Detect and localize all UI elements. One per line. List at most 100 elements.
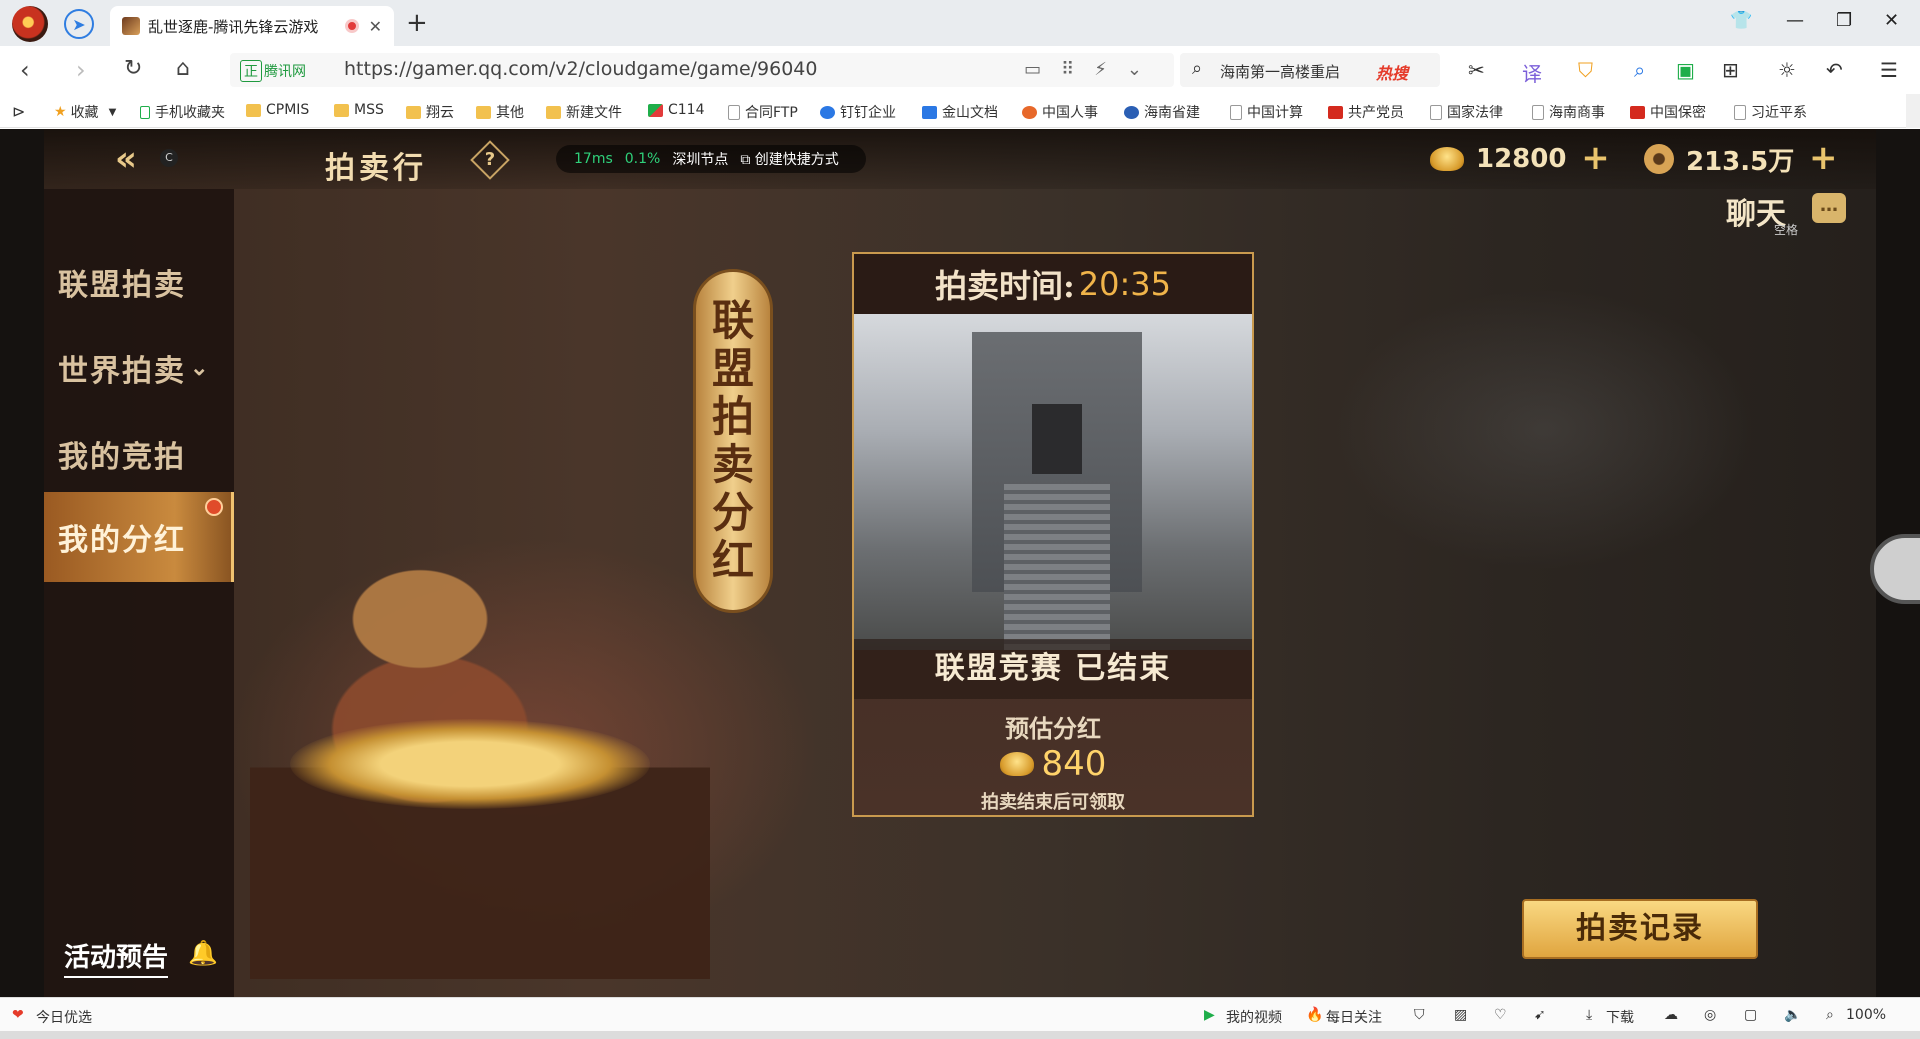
bookmarks-bar: ⊳ ★ 收藏 ▼ 手机收藏夹 CPMIS MSS 翔云 其他 新建文件 C114 合… — [0, 94, 1920, 128]
bookmark-item[interactable]: 新建文件 — [546, 102, 622, 122]
minimize-icon[interactable]: — — [1786, 10, 1804, 31]
cloud-icon[interactable]: ☁ — [1664, 1007, 1678, 1023]
window-icon[interactable]: ▢ — [1744, 1007, 1757, 1023]
forward-icon[interactable]: › — [76, 56, 86, 84]
my-videos-link[interactable]: 我的视频 — [1226, 1007, 1282, 1027]
url-input[interactable]: https://gamer.qq.com/v2/cloudgame/game/9… — [344, 58, 818, 80]
reload-icon[interactable]: ↻ — [124, 56, 142, 81]
menu-icon[interactable]: ☰ — [1880, 58, 1898, 82]
bookmark-item[interactable]: CPMIS — [246, 102, 309, 118]
bookmark-item[interactable]: 国家法律 — [1430, 102, 1503, 122]
auction-time-header: 拍卖时间: 20:35 — [854, 254, 1252, 314]
brightness-icon[interactable]: ☼ — [1778, 58, 1796, 82]
restore-icon[interactable]: ❐ — [1836, 10, 1852, 31]
folder-icon — [246, 103, 261, 117]
find-icon[interactable]: ⌕ — [1634, 58, 1645, 82]
dingtalk-icon — [820, 105, 835, 119]
bookmark-item[interactable]: 钉钉企业 — [820, 102, 896, 122]
search-input[interactable]: 海南第一高楼重启 — [1220, 61, 1340, 82]
search-box[interactable]: ⌕ 海南第一高楼重启 热搜 — [1180, 53, 1440, 87]
auction-time: 20:35 — [1078, 265, 1172, 303]
zoom-icon: ⌕ — [1826, 1007, 1834, 1023]
image-icon[interactable]: ▨ — [1454, 1007, 1467, 1023]
bookmark-item[interactable]: 翔云 — [406, 102, 454, 122]
bookmark-item[interactable]: 中国计算 — [1230, 102, 1303, 122]
health-icon[interactable]: ♡ — [1494, 1007, 1507, 1023]
star-icon: ★ — [54, 104, 67, 120]
bookmark-item[interactable]: C114 — [648, 102, 705, 118]
flame-icon: 🔥 — [1306, 1007, 1324, 1023]
shield-icon[interactable]: ⛉ — [1578, 58, 1593, 82]
event-preview-link[interactable]: 活动预告 — [64, 937, 169, 978]
bookmark-item[interactable]: 海南省建 — [1124, 102, 1200, 122]
apps-grid-icon[interactable]: ⊞ — [1722, 58, 1739, 82]
address-toolbar: ‹ › ↻ ⌂ 正 腾讯网 https://gamer.qq.com/v2/cl… — [0, 46, 1920, 94]
daily-follow-link[interactable]: 每日关注 — [1326, 1007, 1382, 1027]
close-window-icon[interactable]: ✕ — [1884, 10, 1899, 31]
bookmark-item[interactable]: ★ 收藏 ▼ — [54, 102, 116, 122]
tab-close-icon[interactable]: ✕ — [369, 17, 382, 36]
bookmark-item[interactable]: 海南商事 — [1532, 102, 1605, 122]
bookmark-item[interactable]: MSS — [334, 102, 384, 118]
scrollbar[interactable] — [1906, 94, 1920, 128]
sidebar-item-my-dividends[interactable]: 我的分红 — [44, 492, 234, 582]
download-icon: ⤓ — [1586, 1007, 1593, 1023]
url-bar[interactable]: 正 腾讯网 https://gamer.qq.com/v2/cloudgame/… — [230, 53, 1174, 87]
shield-status-icon[interactable]: ⛉ — [1414, 1007, 1425, 1023]
coin-amount: 213.5万 — [1686, 146, 1795, 177]
sidebar-toggle-icon[interactable]: ⊳ — [12, 102, 25, 121]
wechat-icon[interactable]: ▣ — [1676, 58, 1695, 82]
browser-tab[interactable]: 乱世逐鹿-腾讯先锋云游戏 ✕ — [110, 6, 394, 46]
browser-titlebar: ➤ 乱世逐鹿-腾讯先锋云游戏 ✕ + 👕 — ❐ ✕ — [0, 0, 1920, 46]
gold-currency: 12800 + — [1430, 141, 1610, 177]
tab-title: 乱世逐鹿-腾讯先锋云游戏 — [148, 17, 319, 36]
alliance-dividend-banner: 联 盟 拍 卖 分 红 — [693, 269, 773, 613]
bookmark-item[interactable]: 习近平系 — [1734, 102, 1807, 122]
create-shortcut-link[interactable]: ⧉ 创建快捷方式 — [740, 149, 838, 169]
home-icon[interactable]: ⌂ — [176, 56, 190, 81]
zoom-level[interactable]: 100% — [1846, 1007, 1886, 1023]
app-logo-icon[interactable] — [12, 6, 48, 42]
loss-value: 0.1% — [624, 151, 661, 167]
chevron-down-icon: ⌄ — [190, 355, 211, 381]
bookmark-item[interactable]: 其他 — [476, 102, 524, 122]
estimated-dividend: 840 — [854, 744, 1252, 784]
sidebar-item-my-bids[interactable]: 我的竞拍 — [44, 409, 234, 499]
speaker-icon[interactable]: 🔈 — [1784, 1007, 1801, 1023]
add-coin-button[interactable]: + — [1808, 141, 1838, 175]
bookmark-item[interactable]: 中国人事 — [1022, 102, 1098, 122]
download-link[interactable]: 下载 — [1606, 1007, 1634, 1027]
shirt-icon[interactable]: 👕 — [1730, 10, 1752, 31]
today-picks-link[interactable]: 今日优选 — [36, 1007, 92, 1027]
hot-search-label[interactable]: 热搜 — [1376, 60, 1408, 84]
bookmark-item[interactable]: 手机收藏夹 — [140, 102, 225, 122]
chat-bubble-icon[interactable]: … — [1812, 193, 1846, 223]
undo-icon[interactable]: ↶ — [1826, 58, 1843, 82]
new-tab-button[interactable]: + — [406, 8, 428, 38]
send-icon[interactable]: ➤ — [64, 9, 94, 39]
add-gold-button[interactable]: + — [1580, 141, 1610, 175]
back-icon[interactable]: ‹ — [20, 56, 30, 84]
edge-icon[interactable]: ◎ — [1704, 1007, 1716, 1023]
bookmark-item[interactable]: 共产党员 — [1328, 102, 1404, 122]
site-icon — [1022, 105, 1037, 119]
translate-icon[interactable]: 译 — [1522, 58, 1542, 87]
folder-icon — [406, 105, 421, 119]
bookmark-item[interactable]: 中国保密 — [1630, 102, 1706, 122]
url-action-icons[interactable]: ▭⠿⚡⌄ — [1024, 59, 1162, 80]
rocket-icon[interactable]: ➹ — [1534, 1007, 1546, 1023]
bookmark-item[interactable]: 金山文档 — [922, 102, 998, 122]
bookmark-item[interactable]: 合同FTP — [728, 102, 798, 122]
page-icon — [1532, 104, 1544, 120]
arena-gate-image — [854, 314, 1252, 650]
scissors-icon[interactable]: ✂ — [1468, 58, 1485, 82]
auction-record-button[interactable]: 拍卖记录 — [1522, 899, 1758, 959]
page-icon — [728, 104, 740, 120]
sidebar-item-world-auction[interactable]: 世界拍卖 ⌄ — [44, 323, 234, 413]
sidebar-item-alliance-auction[interactable]: 联盟拍卖 — [44, 237, 234, 327]
dividend-card: 拍卖时间: 20:35 联盟竞赛 已结束 预估分红 840 拍卖结束后可领取 — [852, 252, 1254, 817]
heart-icon: ❤ — [12, 1007, 24, 1023]
gold-ingot-icon — [999, 752, 1034, 776]
cloud-game-canvas[interactable]: « C 拍卖行 ? 17ms 0.1% 深圳节点 ⧉ 创建快捷方式 12800 … — [0, 129, 1920, 997]
site-icon — [1124, 105, 1139, 119]
